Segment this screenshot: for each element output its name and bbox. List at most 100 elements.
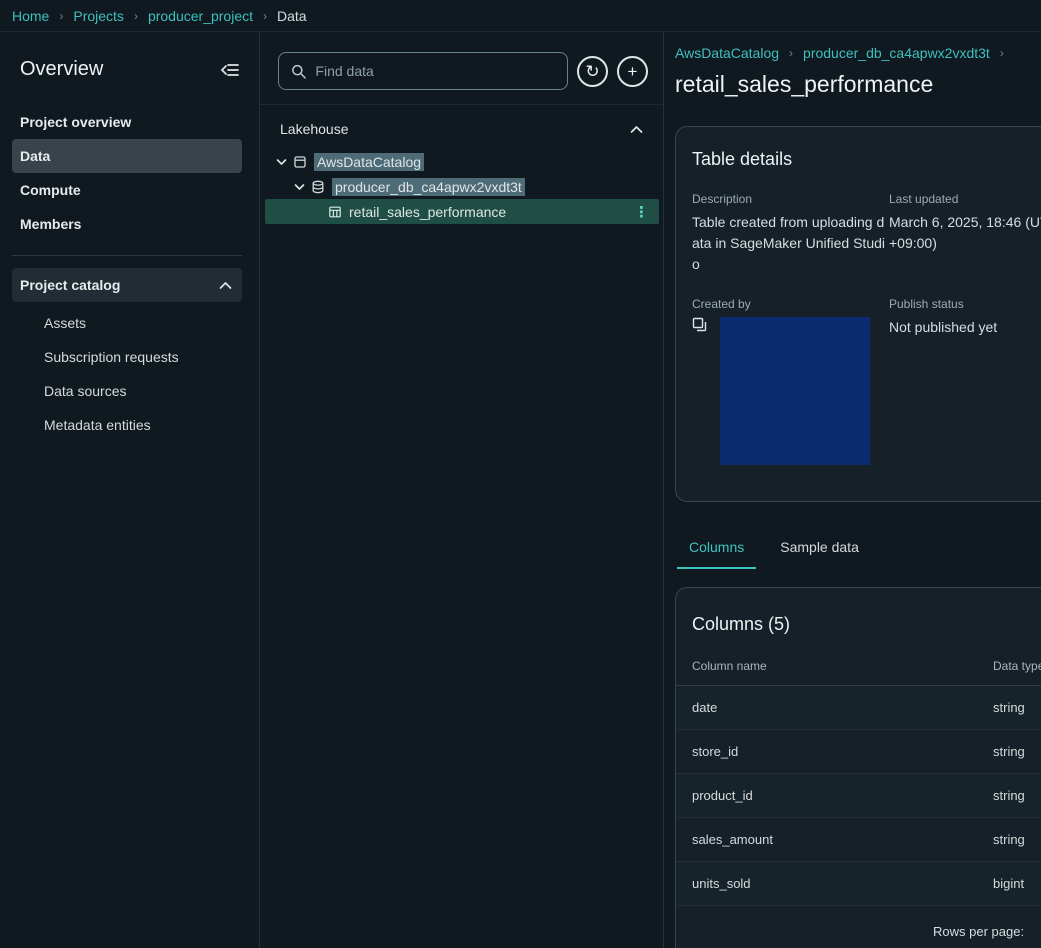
table-row: sales_amount string — [676, 817, 1041, 862]
tab-columns[interactable]: Columns — [677, 530, 757, 569]
project-sidebar: Overview Project overview Data Compute M… — [0, 32, 260, 948]
description-value: Table created from uploading data in Sag… — [692, 214, 885, 272]
collapse-sidebar-button[interactable] — [221, 63, 239, 77]
sidebar-section-label: Project catalog — [20, 277, 121, 293]
catalog-tree: AwsDataCatalog producer_db_ca4apwx2vxdt3… — [260, 145, 663, 224]
column-name-cell: store_id — [676, 729, 977, 774]
columns-card: Columns (5) Column name Data type date s… — [675, 587, 1041, 948]
breadcrumb-separator-icon: › — [789, 46, 794, 60]
refresh-button[interactable]: ↻ — [577, 55, 608, 87]
sidebar-nav: Project overview Data Compute Members Pr… — [0, 105, 259, 442]
sidebar-item-label: Assets — [44, 315, 87, 331]
sidebar-item-label: Project overview — [20, 114, 132, 130]
breadcrumb-home[interactable]: Home — [12, 8, 49, 24]
catalog-icon — [293, 155, 307, 169]
breadcrumb-separator-icon: › — [133, 8, 138, 23]
description-label: Description — [692, 192, 753, 206]
chevron-down-icon[interactable] — [294, 183, 305, 191]
tab-sample-data[interactable]: Sample data — [768, 530, 871, 569]
search-icon — [292, 64, 306, 79]
breadcrumb-bar: Home › Projects › producer_project › Dat… — [0, 0, 1041, 32]
rows-per-page-label: Rows per page: — [933, 924, 1025, 939]
column-name-cell: product_id — [676, 773, 977, 818]
refresh-icon: ↻ — [585, 61, 600, 81]
sidebar-item-label: Data sources — [44, 383, 127, 399]
table-details-heading: Table details — [692, 149, 793, 169]
lakehouse-section-header[interactable]: Lakehouse — [260, 105, 663, 145]
sidebar-section-project-catalog[interactable]: Project catalog — [12, 268, 242, 302]
publish-status-field: Publish status Not published yet — [889, 297, 1041, 465]
sidebar-item-label: Metadata entities — [44, 417, 151, 433]
breadcrumb-producer-project[interactable]: producer_project — [148, 8, 253, 24]
created-by-label: Created by — [692, 297, 751, 311]
sidebar-item-label: Data — [20, 148, 51, 164]
tree-node-label: retail_sales_performance — [349, 203, 507, 220]
tree-node-retail-sales-performance[interactable]: retail_sales_performance ⋮ — [265, 199, 659, 224]
data-type-cell: string — [977, 817, 1041, 862]
sidebar-item-compute[interactable]: Compute — [12, 173, 242, 207]
chevron-up-icon — [219, 281, 232, 289]
table-icon — [328, 205, 342, 219]
last-updated-value: March 6, 2025, 18:46 (UTC +09:00) — [889, 214, 1041, 251]
chevron-down-icon[interactable] — [276, 158, 287, 166]
table-row: units_sold bigint — [676, 861, 1041, 906]
sidebar-item-assets[interactable]: Assets — [0, 306, 259, 340]
search-input[interactable] — [315, 63, 555, 79]
sidebar-item-subscription-requests[interactable]: Subscription requests — [0, 340, 259, 374]
sidebar-divider — [12, 255, 242, 256]
table-details-card: Table details Description Table created … — [675, 126, 1041, 502]
sidebar-item-label: Subscription requests — [44, 349, 179, 365]
sidebar-item-project-overview[interactable]: Project overview — [12, 105, 242, 139]
description-field: Description Table created from uploading… — [692, 192, 889, 275]
breadcrumb-separator-icon: › — [263, 8, 267, 23]
tree-node-label: AwsDataCatalog — [314, 152, 425, 171]
publish-status-label: Publish status — [889, 297, 964, 311]
sidebar-item-label: Compute — [20, 182, 81, 198]
tree-node-label: producer_db_ca4apwx2vxdt3t — [332, 177, 525, 196]
data-type-header: Data type — [977, 659, 1041, 686]
breadcrumb-projects[interactable]: Projects — [73, 8, 124, 24]
created-by-field: Created by — [692, 297, 889, 465]
columns-heading: Columns (5) — [692, 614, 791, 634]
detail-breadcrumb-database[interactable]: producer_db_ca4apwx2vxdt3t — [803, 45, 990, 61]
detail-tabs: Columns Sample data — [677, 530, 1041, 569]
data-type-cell: string — [977, 773, 1041, 818]
app-window: Home › Projects › producer_project › Dat… — [0, 0, 1041, 948]
tree-node-producer-db[interactable]: producer_db_ca4apwx2vxdt3t — [260, 174, 663, 199]
table-row: product_id string — [676, 773, 1041, 818]
database-icon — [311, 180, 325, 194]
sidebar-title: Overview — [20, 58, 104, 80]
last-updated-label: Last updated — [889, 192, 959, 206]
add-data-button[interactable]: + — [617, 55, 648, 87]
data-explorer-panel: ↻ + Lakehouse — [260, 32, 664, 948]
search-box — [278, 52, 568, 90]
column-name-cell: date — [676, 685, 977, 730]
data-type-cell: string — [977, 685, 1041, 730]
tree-node-awsdatacatalog[interactable]: AwsDataCatalog — [260, 149, 663, 174]
page-title: retail_sales_performance — [675, 71, 934, 97]
section-label: Lakehouse — [280, 121, 349, 137]
column-name-cell: units_sold — [676, 861, 977, 906]
detail-breadcrumb-catalog[interactable]: AwsDataCatalog — [675, 45, 779, 61]
data-type-cell: string — [977, 729, 1041, 774]
row-actions-menu-icon[interactable]: ⋮ — [634, 203, 649, 221]
sidebar-item-label: Members — [20, 216, 82, 232]
breadcrumb-separator-icon: › — [59, 8, 64, 23]
last-updated-field: Last updated March 6, 2025, 18:46 (UTC +… — [889, 192, 1041, 275]
sidebar-item-data-sources[interactable]: Data sources — [0, 374, 259, 408]
table-row: store_id string — [676, 729, 1041, 774]
data-type-cell: bigint — [977, 861, 1041, 906]
publish-status-value: Not published yet — [889, 319, 998, 335]
sidebar-item-data[interactable]: Data — [12, 139, 242, 173]
columns-table: Column name Data type date string store_… — [676, 659, 1041, 906]
sidebar-item-members[interactable]: Members — [12, 207, 242, 241]
created-by-user-block — [720, 317, 870, 465]
column-name-cell: sales_amount — [676, 817, 977, 862]
table-row: date string — [676, 685, 1041, 730]
collapse-panel-icon — [221, 63, 239, 76]
table-detail-panel: AwsDataCatalog › producer_db_ca4apwx2vxd… — [664, 32, 1041, 948]
copy-button[interactable] — [692, 317, 707, 332]
breadcrumb-data-current: Data — [277, 7, 307, 24]
sidebar-item-metadata-entities[interactable]: Metadata entities — [0, 408, 259, 442]
detail-breadcrumb: AwsDataCatalog › producer_db_ca4apwx2vxd… — [675, 45, 1041, 61]
